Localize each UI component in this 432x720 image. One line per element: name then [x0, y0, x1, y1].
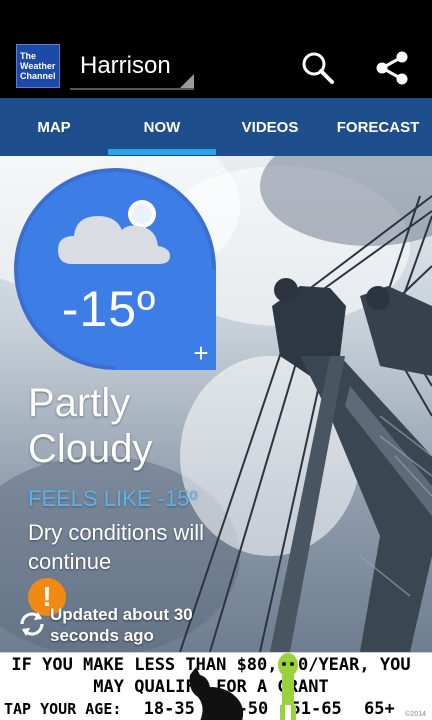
dropdown-caret-icon — [180, 74, 194, 88]
location-name: Harrison — [80, 52, 171, 79]
search-icon — [302, 52, 334, 84]
location-underline — [70, 88, 194, 90]
tab-videos[interactable]: VIDEOS — [216, 98, 324, 156]
cat-silhouette-icon — [189, 667, 244, 720]
active-tab-indicator — [108, 149, 216, 155]
share-button[interactable] — [372, 48, 412, 88]
condition-line-2: Cloudy — [28, 427, 153, 471]
location-selector[interactable]: Harrison — [70, 44, 194, 90]
ad-copyright: ©2014 — [405, 711, 426, 718]
tab-bar: MAP NOW VIDEOS FORECAST — [0, 98, 432, 156]
weather-summary: Dry conditions will continue — [28, 520, 205, 574]
partly-cloudy-icon — [58, 200, 170, 264]
temperature-card[interactable]: -15º + — [14, 168, 216, 370]
app-bar: The Weather Channel Harrison — [0, 36, 432, 98]
tab-now[interactable]: NOW — [108, 98, 216, 156]
status-bar — [0, 0, 432, 36]
ad-age-option[interactable]: 65+ — [364, 699, 395, 719]
share-icon — [376, 51, 408, 85]
feels-like-text: FEELS LIKE -15º — [28, 486, 198, 511]
condition-text: Partly Cloudy — [28, 380, 278, 472]
ad-banner[interactable]: IF YOU MAKE LESS THAN $80,000/YEAR, YOU … — [0, 652, 432, 720]
temperature-value: -15º — [61, 281, 157, 337]
tab-forecast[interactable]: FORECAST — [324, 98, 432, 156]
logo-line-1: The — [20, 51, 37, 61]
weather-channel-logo[interactable]: The Weather Channel — [16, 44, 60, 88]
logo-line-2: Weather — [20, 61, 56, 71]
refresh-icon[interactable] — [16, 608, 48, 640]
tab-map[interactable]: MAP — [0, 98, 108, 156]
ad-tap-label: TAP YOUR AGE: — [4, 700, 122, 718]
alien-figure-icon — [278, 653, 298, 720]
last-updated-text: Updated about 30 seconds ago — [50, 605, 193, 645]
search-button[interactable] — [298, 48, 338, 88]
add-details-plus-icon[interactable]: + — [188, 340, 214, 366]
condition-line-1: Partly — [28, 381, 131, 425]
logo-line-3: Channel — [20, 71, 56, 81]
